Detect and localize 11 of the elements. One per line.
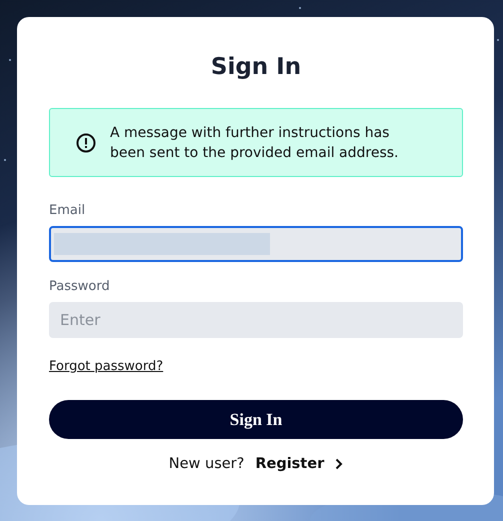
field-label: Password (49, 279, 111, 295)
register-link[interactable]: Register (255, 456, 324, 472)
chevron-right-icon[interactable] (335, 458, 344, 470)
alert-text: A message with further instructions has been sent to the provided email address. (110, 124, 400, 162)
sign-in-button[interactable]: Sign In (49, 400, 463, 439)
new-user-text: New user? (168, 456, 244, 472)
page-title: Sign In (210, 53, 302, 82)
field-label: Email (49, 203, 86, 219)
input-field[interactable]: Enter (49, 302, 463, 338)
forgot-password-link[interactable]: Forgot password? (49, 359, 164, 375)
exclamation-icon (76, 132, 96, 152)
